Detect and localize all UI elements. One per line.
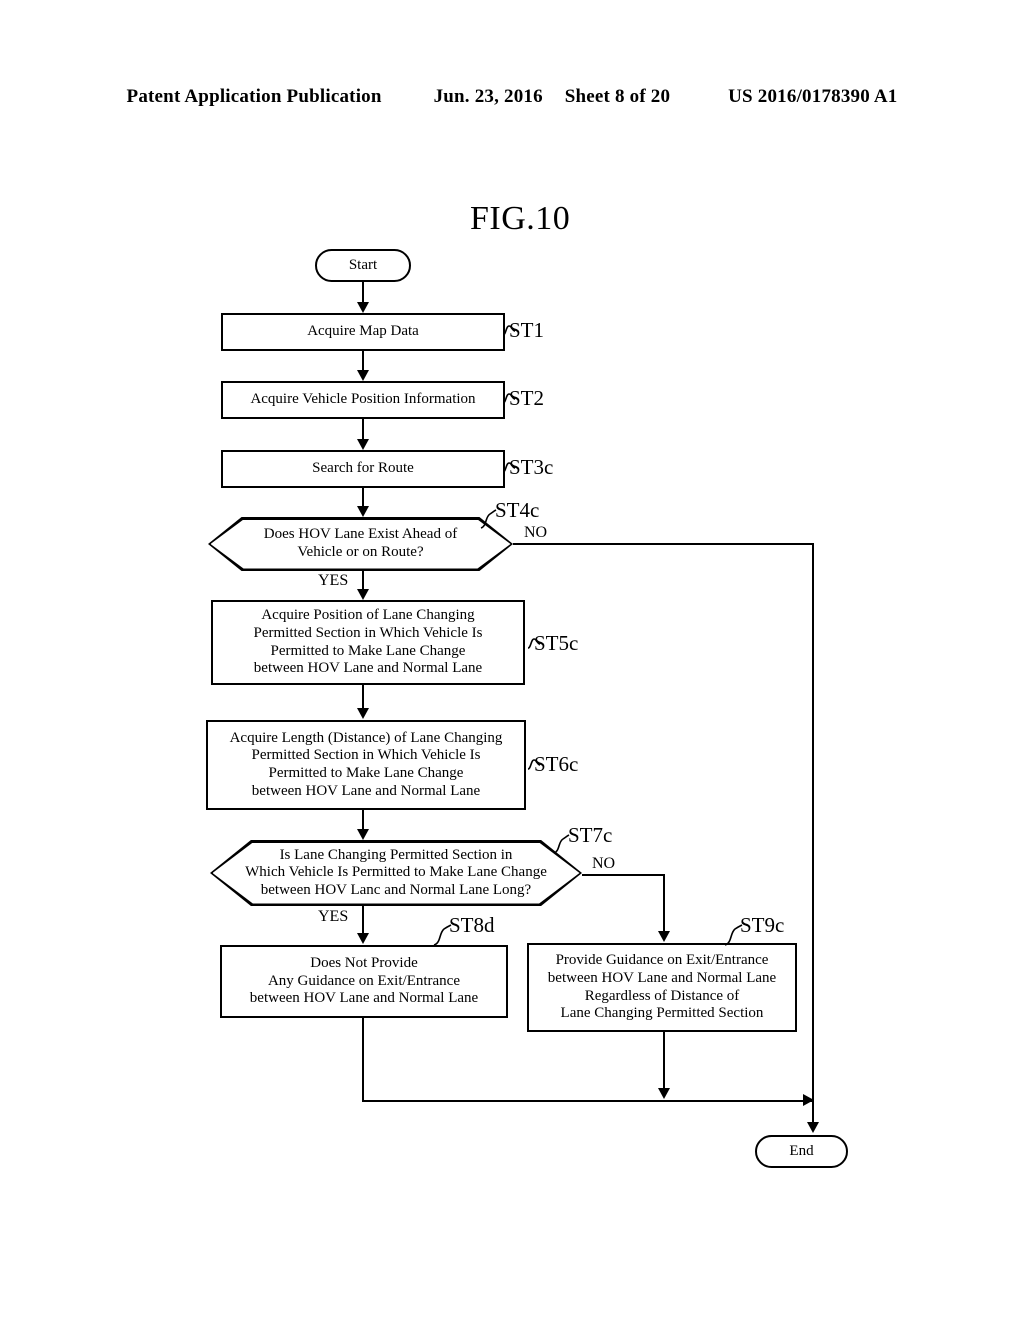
step-tick-st5c [527,638,541,649]
flow-node-st6c-label: Acquire Length (Distance) of Lane Changi… [229,729,503,799]
flow-node-st2-label: Acquire Vehicle Position Information [250,391,476,408]
step-tick-st4c [480,509,497,529]
header-sheet-number: Sheet 8 of 20 [564,86,671,107]
connector-right-rail [812,543,815,1123]
step-tag-st8d: ST8d [449,913,495,938]
connector-st9c-to-merge [663,1032,666,1089]
step-tick-st8d [433,924,452,946]
arrowhead-right-rail-to-end [807,1122,819,1133]
flow-node-st2: Acquire Vehicle Position Information [221,381,505,419]
arrowhead-merge-to-right-rail [803,1094,814,1106]
flow-node-st7c: Is Lane Changing Permitted Section in Wh… [210,840,582,906]
flow-node-end-label: End [789,1142,814,1159]
flow-node-start: Start [315,249,411,282]
arrowhead-st1-to-st2 [357,370,369,381]
flow-node-st3c-label: Search for Route [312,460,414,477]
connector-start-to-st1 [362,282,365,304]
step-tick-st6c [527,759,541,770]
publication-header: Patent Application Publication Jun. 23, … [0,86,1024,108]
connector-st1-to-st2 [362,351,365,371]
step-tag-st4c-text: ST4c [495,498,540,522]
connector-st7c-no-horizontal [582,874,665,877]
step-tag-st4c: ST4c [495,498,539,523]
header-date: Jun. 23, 2016 [433,86,543,107]
connector-st3c-to-st4c [362,488,365,508]
flow-node-start-label: Start [348,256,378,273]
branch-label-st7c-no-text: NO [592,855,616,872]
branch-label-st7c-yes: YES [318,908,348,926]
arrowhead-st4c-yes-to-st5c [357,589,369,600]
arrowhead-st2-to-st3c [357,439,369,450]
flow-node-st7c-label: Is Lane Changing Permitted Section in Wh… [245,846,547,898]
arrowhead-st7c-no-to-st9c [658,931,670,942]
flow-node-st4c-label: Does HOV Lane Exist Ahead of Vehicle or … [263,526,458,560]
connector-st6c-to-st7c [362,810,365,830]
connector-st5c-to-st6c [362,685,365,709]
step-tick-st1 [502,325,516,336]
step-tag-st9c: ST9c [740,913,784,938]
connector-st4c-no-horizontal [513,543,814,546]
figure-title: FIG.10 [470,200,571,237]
flow-node-st5c-label: Acquire Position of Lane Changing Permit… [253,607,483,677]
flow-node-st9c: Provide Guidance on Exit/Entrance betwee… [527,943,797,1032]
header-publication-type: Patent Application Publication [126,86,382,107]
branch-label-st4c-yes: YES [318,572,348,590]
step-tick-st2 [502,393,516,404]
branch-label-st7c-yes-text: YES [318,908,349,925]
step-tick-st9c [724,924,743,946]
branch-label-st7c-no: NO [592,855,615,873]
connector-st7c-yes-to-st8d [362,906,365,934]
flow-node-st1-label: Acquire Map Data [307,323,419,340]
flow-node-end: End [755,1135,848,1168]
branch-label-st4c-no-text: NO [524,524,548,541]
flow-node-st3c: Search for Route [221,450,505,488]
connector-st2-to-st3c [362,419,365,440]
step-tick-st7c [553,834,570,854]
arrowhead-start-to-st1 [357,302,369,313]
step-tag-st9c-text: ST9c [740,913,785,937]
step-tag-st8d-text: ST8d [449,913,495,937]
header-publication-number: US 2016/0178390 A1 [728,86,898,107]
flow-node-st5c: Acquire Position of Lane Changing Permit… [211,600,525,685]
arrowhead-st7c-yes-to-st8d [357,933,369,944]
flow-node-st8d: Does Not Provide Any Guidance on Exit/En… [220,945,508,1018]
step-tick-st3c [502,462,516,473]
connector-merge-horizontal [362,1100,814,1103]
arrowhead-st3c-to-st4c [357,506,369,517]
connector-st4c-yes-to-st5c [362,571,365,590]
flow-node-st4c: Does HOV Lane Exist Ahead of Vehicle or … [208,517,513,571]
step-tag-st7c-text: ST7c [568,823,613,847]
flow-node-st1: Acquire Map Data [221,313,505,351]
branch-label-st4c-no: NO [524,524,547,542]
connector-st7c-no-vertical [663,874,666,932]
flow-node-st8d-label: Does Not Provide Any Guidance on Exit/En… [249,955,479,1007]
flow-node-st9c-label: Provide Guidance on Exit/Entrance betwee… [547,952,777,1022]
step-tag-st7c: ST7c [568,823,612,848]
arrowhead-st5c-to-st6c [357,708,369,719]
branch-label-st4c-yes-text: YES [318,572,349,589]
arrowhead-st6c-to-st7c [357,829,369,840]
flow-node-st6c: Acquire Length (Distance) of Lane Changi… [206,720,526,810]
arrowhead-st9c-to-merge [658,1088,670,1099]
connector-st8d-to-merge [362,1018,365,1102]
